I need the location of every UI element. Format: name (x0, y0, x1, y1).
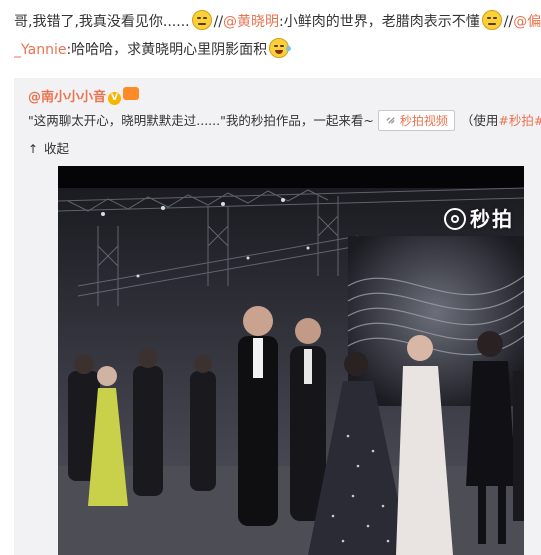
collapse-label[interactable]: 收起 (44, 141, 69, 156)
repost-text-body: "这两聊太开心，晓明默默走过......"我的秒拍作品，一起来看~ (28, 113, 374, 128)
mention-link-pianzhi[interactable]: @偏执 (513, 14, 541, 30)
post-text: 哥,我错了,我真没看见你......//@黄晓明:小鲜肉的世界，老腊肉表示不懂 /… (14, 8, 541, 64)
watermark-label: 秒拍 (470, 207, 514, 231)
laugh-cry-emoji-icon (269, 38, 292, 58)
video-player[interactable]: 秒拍 (58, 166, 524, 555)
repost-text: "这两聊太开心，晓明默默走过......"我的秒拍作品，一起来看~ 秒拍视频 （使用… (28, 110, 541, 131)
collapse-button[interactable]: ↑ 收起 (28, 138, 69, 157)
post-text-separator: // (213, 14, 224, 30)
post-text-line-2: _Yannie:哈哈哈，求黄晓明心里阴影面积 (14, 36, 541, 64)
link-icon (386, 117, 395, 124)
hashtag-link-miaopai[interactable]: #秒拍# (498, 113, 541, 128)
video-link-label[interactable]: 秒拍视频 (400, 114, 448, 128)
mention-link-yannie[interactable]: _Yannie (14, 42, 66, 58)
smirk-emoji-icon (191, 10, 212, 30)
awkward-smile-emoji-icon (481, 10, 502, 30)
mention-link-huangxiaoming[interactable]: @黄晓明 (223, 14, 279, 30)
post-text-segment: 哥,我错了,我真没看见你...... (14, 14, 190, 30)
repost-author[interactable]: @南小小小音 V (28, 86, 140, 105)
verified-badge-icon: V (108, 92, 122, 105)
miaopai-watermark: 秒拍 (444, 203, 514, 232)
miaopai-logo-icon (444, 208, 466, 230)
video-link-button[interactable]: 秒拍视频 (377, 110, 455, 131)
post-text-segment: :哈哈哈，求黄晓明心里阴影面积 (66, 42, 268, 58)
post-text-line-1: 哥,我错了,我真没看见你......//@黄晓明:小鲜肉的世界，老腊肉表示不懂 /… (14, 8, 541, 36)
post-text-segment: :小鲜肉的世界，老腊肉表示不懂 (279, 14, 480, 30)
weibo-post: 哥,我错了,我真没看见你......//@黄晓明:小鲜肉的世界，老腊肉表示不懂 /… (0, 0, 541, 555)
post-text-separator: // (503, 14, 514, 30)
repost-card: @南小小小音 V "这两聊太开心，晓明默默走过......"我的秒拍作品，一起来看… (14, 78, 541, 555)
repost-text-segment: （使用 (460, 113, 499, 128)
arrow-up-icon: ↑ (28, 142, 39, 156)
vip-badge-icon (123, 87, 140, 100)
repost-author-name[interactable]: @南小小小音 (28, 90, 106, 105)
